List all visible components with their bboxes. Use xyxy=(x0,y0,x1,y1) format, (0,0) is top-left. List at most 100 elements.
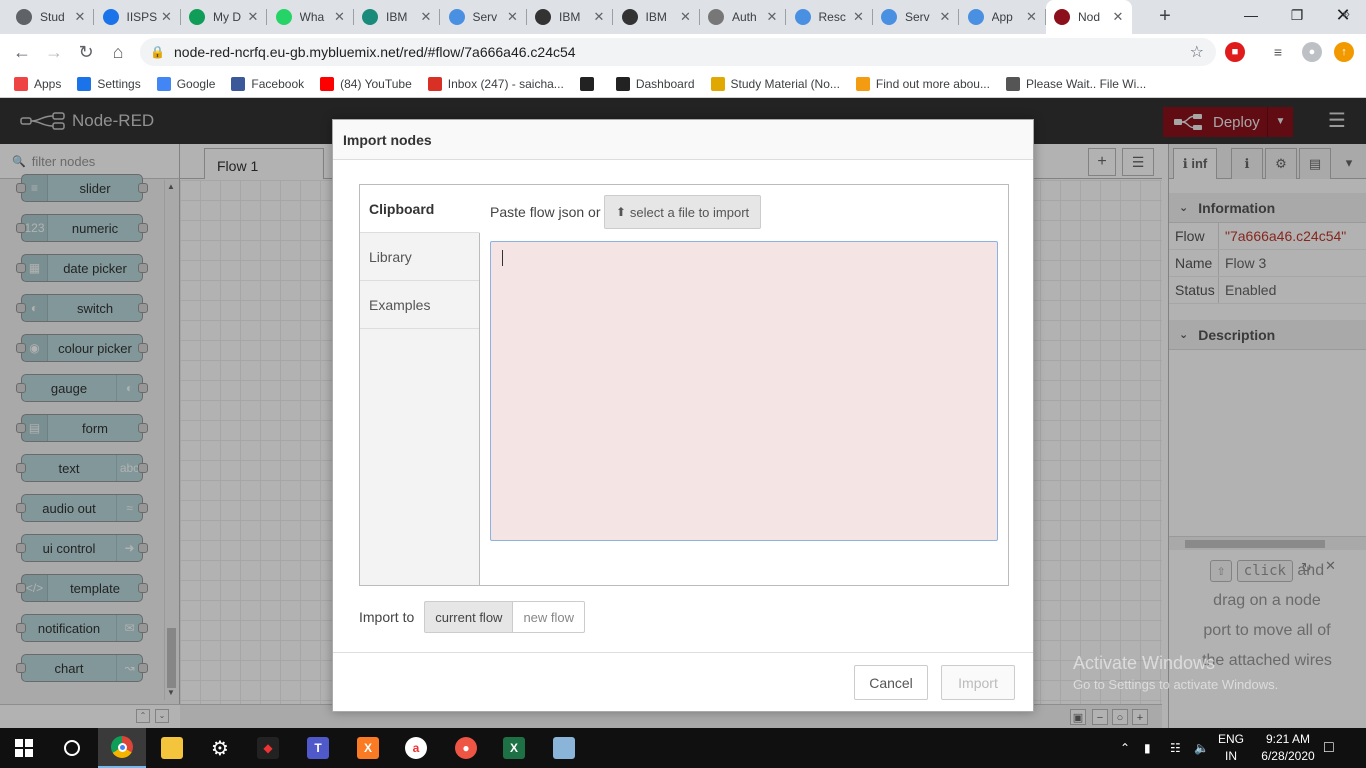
language-indicator[interactable]: ENG IN xyxy=(1214,731,1248,765)
bookmark-star-icon[interactable]: ☆ xyxy=(1190,42,1204,62)
taskbar-xampp[interactable]: X xyxy=(344,728,392,768)
close-tab-icon[interactable]: ✕ xyxy=(678,9,694,25)
doc-icon xyxy=(102,9,119,25)
bookmark-item[interactable]: Study Material (No... xyxy=(710,76,840,91)
minimize-button[interactable]: — xyxy=(1228,0,1274,30)
close-tab-icon[interactable]: ✕ xyxy=(505,9,521,25)
taskbar-chrome[interactable] xyxy=(98,728,146,768)
wifi-icon[interactable]: ☷ xyxy=(1170,728,1181,768)
close-tab-icon[interactable]: ✕ xyxy=(1024,9,1040,25)
amazon-icon xyxy=(579,76,594,91)
browser-tab[interactable]: App ✕ xyxy=(960,0,1046,34)
adblock-icon[interactable]: ■ xyxy=(1225,42,1245,62)
taskbar-settings[interactable]: ⚙ xyxy=(196,728,244,768)
media-queue-icon[interactable]: ≡ xyxy=(1268,42,1288,62)
forward-icon[interactable]: → xyxy=(42,40,66,64)
browser-tab[interactable]: My D ✕ xyxy=(181,0,267,34)
update-icon[interactable]: ↑ xyxy=(1334,42,1354,62)
bookmark-label: (84) YouTube xyxy=(340,76,412,91)
browser-tab[interactable]: IBM ✕ xyxy=(354,0,440,34)
browser-tab[interactable]: IBM ✕ xyxy=(614,0,700,34)
start-button[interactable] xyxy=(0,728,48,768)
globe-icon xyxy=(1005,76,1020,91)
browser-tab[interactable]: IBM ✕ xyxy=(527,0,613,34)
bookmark-item[interactable]: Inbox (247) - saicha... xyxy=(427,76,564,91)
close-tab-icon[interactable]: ✕ xyxy=(1110,9,1126,25)
close-tab-icon[interactable]: ✕ xyxy=(937,9,953,25)
bookmark-item[interactable]: Please Wait.. File Wi... xyxy=(1005,76,1146,91)
taskbar-app-2[interactable]: a xyxy=(392,728,440,768)
bookmark-item[interactable]: (84) YouTube xyxy=(320,76,412,91)
browser-tab-title: Serv xyxy=(905,10,930,24)
current-flow-option[interactable]: current flow xyxy=(424,601,513,633)
browser-tab[interactable]: Auth ✕ xyxy=(700,0,786,34)
close-tab-icon[interactable]: ✕ xyxy=(245,9,261,25)
browser-tab[interactable]: Wha ✕ xyxy=(268,0,354,34)
taskbar-app-1[interactable]: ◆ xyxy=(244,728,292,768)
close-tab-icon[interactable]: ✕ xyxy=(851,9,867,25)
taskbar-file-explorer[interactable] xyxy=(148,728,196,768)
study-icon xyxy=(710,76,725,91)
menu-item-clipboard[interactable]: Clipboard xyxy=(360,185,480,233)
whatsapp-icon xyxy=(275,9,292,25)
address-bar[interactable]: 🔒 node-red-ncrfq.eu-gb.mybluemix.net/red… xyxy=(140,38,1216,66)
browser-tab[interactable]: IISPS ✕ xyxy=(95,0,181,34)
menu-item-library[interactable]: Library xyxy=(360,233,479,281)
close-tab-icon[interactable]: ✕ xyxy=(332,9,348,25)
bookmark-item[interactable]: Settings xyxy=(77,76,141,91)
bookmark-item[interactable]: Facebook xyxy=(231,76,304,91)
battery-icon[interactable]: ▮ xyxy=(1144,728,1151,768)
notification-center-icon[interactable]: □ xyxy=(1324,728,1334,768)
clock[interactable]: 9:21 AM 6/28/2020 xyxy=(1258,731,1318,765)
search-taskbar-button[interactable] xyxy=(48,728,96,768)
new-flow-option[interactable]: new flow xyxy=(512,601,586,633)
browser-tab-title: IISPS xyxy=(126,10,158,24)
import-button[interactable]: Import xyxy=(941,665,1015,700)
taskbar-app-4[interactable] xyxy=(540,728,588,768)
volume-icon[interactable]: 🔈 xyxy=(1194,728,1209,768)
close-tab-icon[interactable]: ✕ xyxy=(418,9,434,25)
bookmark-item[interactable]: Dashboard xyxy=(615,76,695,91)
browser-tab[interactable]: Serv ✕ xyxy=(441,0,527,34)
back-icon[interactable]: ← xyxy=(10,40,34,64)
browser-tab[interactable]: Stud ✕ xyxy=(8,0,94,34)
address-row: ← → ↻ ⌂ 🔒 node-red-ncrfq.eu-gb.mybluemix… xyxy=(0,34,1366,70)
upload-icon: ⬆ xyxy=(615,205,626,219)
close-tab-icon[interactable]: ✕ xyxy=(591,9,607,25)
close-tab-icon[interactable]: ✕ xyxy=(72,9,88,25)
clock-time: 9:21 AM xyxy=(1265,732,1311,746)
menu-item-examples[interactable]: Examples xyxy=(360,281,479,329)
teams-icon: T xyxy=(307,737,329,759)
text-cursor xyxy=(502,250,503,266)
taskbar-teams[interactable]: T xyxy=(294,728,342,768)
cloud-icon xyxy=(967,9,984,25)
close-tab-icon[interactable]: ✕ xyxy=(764,9,780,25)
browser-tab-title: Nod xyxy=(1078,10,1101,24)
profile-avatar[interactable]: ● xyxy=(1302,42,1322,62)
cancel-button[interactable]: Cancel xyxy=(854,665,928,700)
browser-tab[interactable]: Serv ✕ xyxy=(873,0,959,34)
taskbar-excel[interactable]: X xyxy=(490,728,538,768)
taskbar-app-3[interactable]: ● xyxy=(442,728,490,768)
restore-button[interactable]: ❐ xyxy=(1274,0,1320,30)
app-icon: ◆ xyxy=(257,737,279,759)
browser-tab[interactable]: Nod ✕ xyxy=(1046,0,1132,34)
bookmark-item[interactable] xyxy=(579,76,600,91)
new-tab-button[interactable]: + xyxy=(1154,5,1176,27)
bookmark-item[interactable]: Apps xyxy=(14,76,61,91)
tray-chevron-icon[interactable]: ⌃ xyxy=(1120,728,1130,768)
close-tab-icon[interactable]: ✕ xyxy=(159,9,175,25)
bookmark-item[interactable]: Google xyxy=(156,76,215,91)
flow-json-textarea[interactable] xyxy=(490,241,998,541)
bookmarks-overflow-icon[interactable]: » xyxy=(1343,6,1350,21)
browser-tab-title: My D xyxy=(213,10,241,24)
select-file-button[interactable]: ⬆ select a file to import xyxy=(604,195,761,229)
browser-tab-title: App xyxy=(991,10,1013,24)
windows-taskbar: ⚙ ◆ T X a ● X ⌃ ▮ ☷ 🔈 ENG IN 9:21 AM 6/2… xyxy=(0,728,1366,768)
chrome-icon xyxy=(111,736,133,758)
reload-icon[interactable]: ↻ xyxy=(74,40,98,64)
browser-tab[interactable]: Resc ✕ xyxy=(787,0,873,34)
home-icon[interactable]: ⌂ xyxy=(106,40,130,64)
import-panel: Clipboard Library Examples Paste flow js… xyxy=(359,184,1009,586)
bookmark-item[interactable]: Find out more abou... xyxy=(855,76,990,91)
